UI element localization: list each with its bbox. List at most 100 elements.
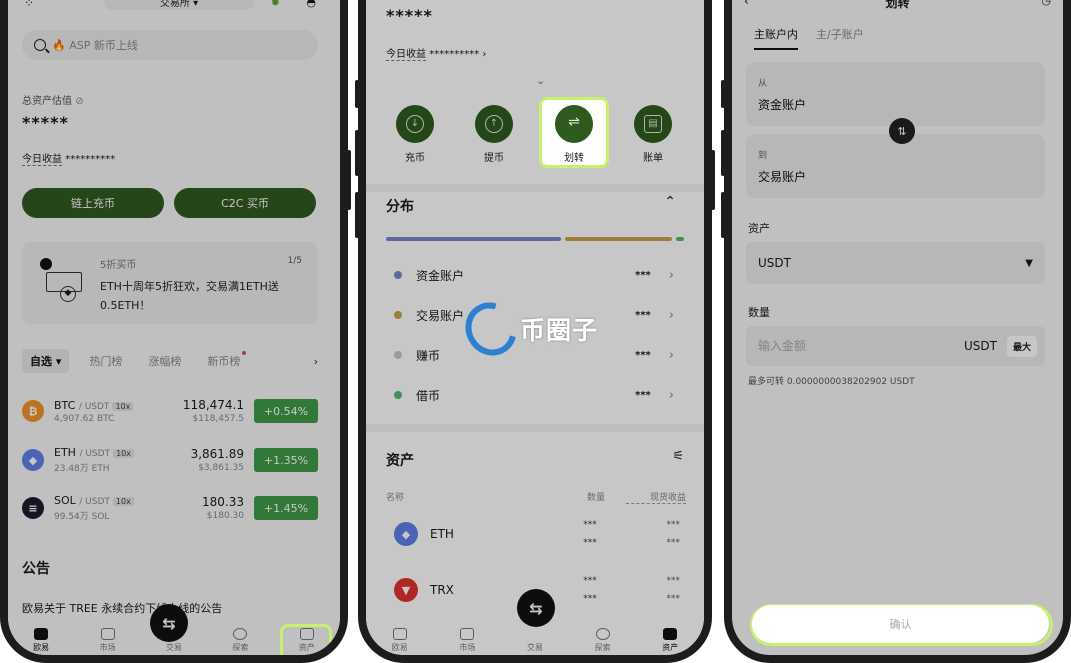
filter-icon[interactable]: ⚟ [672,449,684,464]
phone-home: ⁘ 交易所 ▾ ✹ ◓ 🔥 ASP 新币上线 总资产估值 ⊘ ***** 今日收… [0,0,351,663]
change-badge[interactable]: +1.35% [254,448,318,472]
assets-title: 资产 [386,453,414,469]
amount-input[interactable] [758,339,964,353]
search-icon [34,39,46,51]
watermark: 币圈子 [455,293,598,365]
home-screen: ⁘ 交易所 ▾ ✹ ◓ 🔥 ASP 新币上线 总资产估值 ⊘ ***** 今日收… [8,0,340,655]
trade-fab-button[interactable]: ⇆ [517,589,555,627]
gift-icon[interactable]: ✹ [271,0,280,9]
side-button [711,150,715,210]
divider [366,424,704,432]
amount-label: 数量 [748,306,770,319]
wallet-icon [663,628,678,640]
side-button [355,130,359,176]
nav-explore[interactable]: 探索 [220,628,260,653]
promo-counter: 1/5 [287,256,302,266]
max-button[interactable]: 最大 [1006,335,1037,357]
compass-icon [595,628,610,640]
sol-icon: ≡ [22,497,44,519]
account-row-funding[interactable]: 资金账户 *** › [394,263,674,287]
onchain-deposit-button[interactable]: 链上充币 [22,188,164,218]
upload-icon: ↑ [485,115,503,133]
withdraw-action[interactable]: ↑ 提币 [464,105,524,164]
dist-bar-loan [676,237,684,241]
expand-chevron-icon[interactable]: ⌄ [536,74,545,87]
account-row-loan[interactable]: 借币 *** › [394,383,674,407]
promo-text-line1: ETH十周年5折狂欢，交易满1ETH送 [100,280,279,293]
transfer-icon: ⇌ [568,114,580,130]
nav-explore[interactable]: 探索 [583,628,623,653]
top-bar: ⁘ 交易所 ▾ ✹ ◓ [8,0,340,10]
chevron-right-icon: › [668,347,674,363]
phone-transfer: ‹ 划转 ◷ 主账户内 主/子账户 从 资金账户 ⇅ 到 交易账户 资产 USD… [721,0,1071,663]
coin-row-btc[interactable]: ₿ BTC / USDT 10x 4,907.62 BTC 118,474.1 $… [22,391,318,431]
message-icon[interactable]: ◓ [306,0,316,9]
distribution-title: 分布 [386,199,414,215]
nav-trade[interactable]: 交易 [515,628,555,653]
trx-icon: ▼ [394,578,418,602]
home-icon [34,628,49,640]
announcement-title: 公告 [22,561,50,577]
confirm-button[interactable]: 确认 [752,605,1049,643]
c2c-buy-button[interactable]: C2C 买币 [174,188,316,218]
swap-accounts-button[interactable]: ⇅ [889,118,915,144]
market-tabs: 自选 ▾ 热门榜 涨幅榜 新币榜 › [22,348,318,374]
nav-home[interactable]: 欧易 [21,628,61,653]
eye-off-icon[interactable]: ⊘ [75,96,83,107]
menu-icon[interactable]: ⁘ [24,0,35,10]
today-pnl[interactable]: 今日收益 ********** [22,150,115,166]
chart-icon [100,628,115,640]
total-assets-value: ***** [386,6,433,25]
tab-sub-account[interactable]: 主/子账户 [816,26,864,50]
tab-new[interactable]: 新币榜 [207,351,247,369]
chevron-right-icon[interactable]: › [314,355,318,368]
nav-assets[interactable]: 资产 [650,628,690,653]
asset-label: 资产 [748,222,770,235]
transfer-tabs: 主账户内 主/子账户 [754,26,882,50]
nav-market[interactable]: 市场 [88,628,128,653]
exchange-switch[interactable]: 交易所 ▾ [104,0,254,10]
promo-text-line2: 0.5ETH！ [100,299,151,312]
tab-hot[interactable]: 热门榜 [89,353,122,369]
announcement-item[interactable]: 欧易关于 TREE 永续合约下线上线的公告 [22,600,222,616]
assets-header: 名称 数量 现货收益 [386,490,686,504]
coin-row-eth[interactable]: ◆ ETH / USDT 10x 23.48万 ETH 3,861.89 $3,8… [22,440,318,480]
deposit-action[interactable]: ↓ 充币 [385,105,445,164]
transfer-action[interactable]: ⇌ 划转 [544,105,604,164]
trade-fab-button[interactable]: ⇆ [150,604,188,642]
amount-field: USDT 最大 [746,326,1045,366]
compass-icon [233,628,248,640]
home-icon [392,628,407,640]
tab-gainers[interactable]: 涨幅榜 [148,353,181,369]
today-pnl[interactable]: 今日收益 ********** › [386,45,487,61]
chevron-right-icon: › [668,387,674,403]
tab-main-account[interactable]: 主账户内 [754,26,798,50]
asset-row-eth[interactable]: ◆ ETH *** *** *** *** [394,514,680,554]
history-icon[interactable]: ◷ [1041,0,1051,7]
btc-icon: ₿ [22,400,44,422]
total-assets-block: 总资产估值 ⊘ ***** [22,92,84,132]
from-account-field[interactable]: 从 资金账户 [746,62,1045,126]
bill-action[interactable]: ▤ 账单 [623,105,683,164]
assets-screen: ***** 今日收益 ********** › ⌄ ↓ 充币 ↑ 提币 ⇌ 划转… [366,0,704,655]
chevron-right-icon: › [482,49,487,60]
side-button [355,80,359,108]
search-input[interactable]: 🔥 ASP 新币上线 [22,30,318,60]
nav-market[interactable]: 市场 [447,628,487,653]
phone-assets: ***** 今日收益 ********** › ⌄ ↓ 充币 ↑ 提币 ⇌ 划转… [355,0,715,663]
change-badge[interactable]: +1.45% [254,496,318,520]
tab-favorites[interactable]: 自选 ▾ [22,349,70,373]
collapse-chevron-icon[interactable]: ⌃ [664,194,676,210]
side-button [721,192,725,238]
chevron-right-icon: › [668,267,674,283]
total-assets-value: ***** [22,113,69,132]
asset-select[interactable]: USDT ▼ [746,242,1045,284]
to-account-field[interactable]: 到 交易账户 [746,134,1045,198]
coin-row-sol[interactable]: ≡ SOL / USDT 10x 99.54万 SOL 180.33 $180.3… [22,488,318,528]
change-badge[interactable]: +0.54% [254,399,318,423]
nav-home[interactable]: 欧易 [380,628,420,653]
chart-icon [460,628,475,640]
new-dot-icon [242,351,247,355]
promo-banner[interactable]: ◆ 5折买币 1/5 ETH十周年5折狂欢，交易满1ETH送 0.5ETH！ [22,242,318,324]
divider [366,184,704,192]
